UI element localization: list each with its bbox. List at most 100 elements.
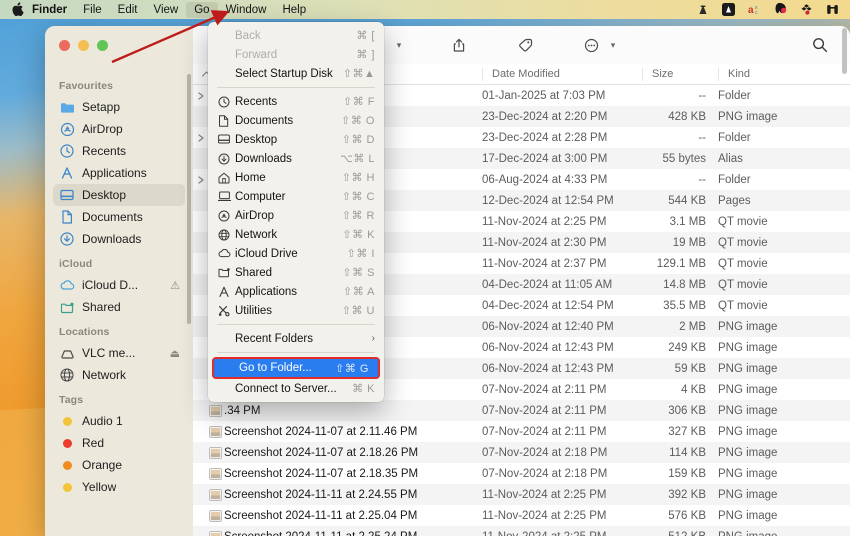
- menu-finder[interactable]: Finder: [24, 4, 75, 16]
- sidebar-item-setapp[interactable]: Setapp: [53, 96, 185, 118]
- eject-icon[interactable]: ⏏: [170, 347, 180, 360]
- menu-help[interactable]: Help: [274, 4, 314, 16]
- tag-button[interactable]: [511, 33, 539, 57]
- sidebar-item-label: iCloud D...: [82, 278, 139, 292]
- menu-item-computer[interactable]: Computer ⇧⌘ C: [208, 187, 384, 206]
- menu-item-go-to-folder[interactable]: Go to Folder... ⇧⌘ G: [214, 359, 378, 377]
- column-header-kind[interactable]: Kind: [718, 67, 850, 81]
- file-kind: QT movie: [718, 215, 768, 228]
- sidebar-item-desktop[interactable]: Desktop: [53, 184, 185, 206]
- dropbox-icon[interactable]: [799, 2, 814, 17]
- menu-item-shared[interactable]: Shared ⇧⌘ S: [208, 263, 384, 282]
- sidebar-item-recents[interactable]: Recents: [53, 140, 185, 162]
- search-button[interactable]: [806, 33, 834, 57]
- sidebar-item-documents[interactable]: Documents: [53, 206, 185, 228]
- table-row[interactable]: Screenshot 2024-11-11 at 2.25.04 PM 11-No…: [193, 505, 850, 526]
- sidebar-item-tag-orange[interactable]: Orange: [53, 454, 185, 476]
- vlc-icon[interactable]: [695, 2, 710, 17]
- binoculars-icon[interactable]: [825, 2, 840, 17]
- table-row[interactable]: Screenshot 2024-11-11 at 2.25.24 PM11-No…: [193, 526, 850, 536]
- menu-item-utilities[interactable]: Utilities ⇧⌘ U: [208, 301, 384, 320]
- sidebar-item-shared[interactable]: Shared: [53, 296, 185, 318]
- close-button[interactable]: [59, 40, 70, 51]
- file-date-modified: 07-Nov-2024 at 2:18 PM: [482, 467, 608, 480]
- abc-icon[interactable]: axc: [747, 2, 762, 17]
- table-row[interactable]: Screenshot 2024-11-07 at 2.18.26 PM 07-No…: [193, 442, 850, 463]
- disclosure-triangle-icon[interactable]: [193, 175, 206, 184]
- sidebar-item-tag-audio1[interactable]: Audio 1: [53, 410, 185, 432]
- file-name: .34 PM: [224, 404, 261, 417]
- image-icon: [206, 509, 224, 522]
- messenger-icon[interactable]: [773, 2, 788, 17]
- svg-text:a: a: [748, 5, 754, 16]
- menu-view[interactable]: View: [146, 4, 187, 16]
- file-kind: PNG image: [718, 425, 778, 438]
- file-kind: Alias: [718, 152, 743, 165]
- menu-bar: Finder File Edit View Go Window Help axc: [0, 0, 850, 19]
- table-row[interactable]: Screenshot 2024-11-11 at 2.24.55 PM 11-No…: [193, 484, 850, 505]
- minimize-button[interactable]: [78, 40, 89, 51]
- menu-item-icloud-drive[interactable]: iCloud Drive ⇧⌘ I: [208, 244, 384, 263]
- disclosure-triangle-icon[interactable]: [193, 133, 206, 142]
- menu-item-select-startup-disk[interactable]: Select Startup Disk ⇧⌘▲: [208, 64, 384, 83]
- menu-item-airdrop[interactable]: AirDrop ⇧⌘ R: [208, 206, 384, 225]
- menu-window[interactable]: Window: [218, 4, 275, 16]
- sidebar-item-network[interactable]: Network: [53, 364, 185, 386]
- chevron-down-icon[interactable]: ▾: [607, 40, 619, 51]
- column-header-size[interactable]: Size: [642, 67, 718, 81]
- sidebar-item-icloud-drive[interactable]: iCloud D... ⚠: [53, 274, 185, 296]
- menu-item-label: Back: [235, 29, 261, 42]
- applications-icon: [59, 165, 75, 181]
- file-date-modified: 11-Nov-2024 at 2:25 PM: [482, 509, 607, 522]
- sidebar-item-applications[interactable]: Applications: [53, 162, 185, 184]
- maximize-button[interactable]: [97, 40, 108, 51]
- sidebar-item-tag-yellow[interactable]: Yellow: [53, 476, 185, 498]
- finder-window: Favourites Setapp AirDrop Recents Applic…: [45, 26, 850, 536]
- sidebar-item-downloads[interactable]: Downloads: [53, 228, 185, 250]
- menu-item-network[interactable]: Network ⇧⌘ K: [208, 225, 384, 244]
- file-name: Screenshot 2024-11-11 at 2.24.55 PM: [224, 488, 418, 501]
- more-button[interactable]: [577, 33, 605, 57]
- apple-menu-icon[interactable]: [12, 1, 24, 18]
- shared-folder-icon: [218, 267, 235, 278]
- menu-item-shortcut: ⌘ [: [356, 30, 375, 42]
- file-date-modified: 06-Aug-2024 at 4:33 PM: [482, 173, 608, 186]
- menu-file[interactable]: File: [75, 4, 110, 16]
- file-size: 428 KB: [668, 110, 706, 123]
- file-list-scrollbar[interactable]: [842, 28, 847, 74]
- table-row[interactable]: Screenshot 2024-11-07 at 2.11.46 PM 07-No…: [193, 421, 850, 442]
- menu-item-applications[interactable]: Applications ⇧⌘ A: [208, 282, 384, 301]
- menu-item-label: Forward: [235, 48, 278, 61]
- share-button[interactable]: [445, 33, 473, 57]
- menu-item-shortcut: ⇧⌘ S: [342, 267, 375, 279]
- sidebar-scrollbar[interactable]: [187, 74, 191, 324]
- file-date-modified: 06-Nov-2024 at 12:43 PM: [482, 362, 614, 375]
- sidebar-item-airdrop[interactable]: AirDrop: [53, 118, 185, 140]
- menu-item-recents[interactable]: Recents ⇧⌘ F: [208, 92, 384, 111]
- column-header-date-modified[interactable]: Date Modified: [482, 67, 642, 81]
- table-row[interactable]: .34 PM 07-Nov-2024 at 2:11 PM 306 KB PNG im…: [193, 400, 850, 421]
- menu-bar-status-icons: axc: [695, 2, 850, 17]
- file-date-modified: 11-Nov-2024 at 2:25 PM: [482, 488, 607, 501]
- app-a-icon[interactable]: [721, 2, 736, 17]
- menu-item-shortcut: ⇧⌘ U: [341, 305, 375, 317]
- chevron-down-icon[interactable]: ▾: [393, 40, 405, 51]
- sidebar-item-tag-red[interactable]: Red: [53, 432, 185, 454]
- menu-item-home[interactable]: Home ⇧⌘ H: [208, 168, 384, 187]
- sidebar-item-label: Applications: [82, 166, 147, 180]
- menu-item-label: Shared: [235, 266, 273, 279]
- table-row[interactable]: Screenshot 2024-11-07 at 2.18.35 PM 07-No…: [193, 463, 850, 484]
- computer-icon: [218, 191, 235, 202]
- disclosure-triangle-icon[interactable]: [193, 91, 206, 100]
- menu-item-downloads[interactable]: Downloads ⌥⌘ L: [208, 149, 384, 168]
- menu-edit[interactable]: Edit: [110, 4, 146, 16]
- menu-go[interactable]: Go: [186, 1, 218, 18]
- menu-item-connect-to-server[interactable]: Connect to Server... ⌘ K: [208, 379, 384, 398]
- file-size: 2 MB: [679, 320, 706, 333]
- file-size: 512 KB: [642, 531, 718, 536]
- menu-item-desktop[interactable]: Desktop ⇧⌘ D: [208, 130, 384, 149]
- menu-item-documents[interactable]: Documents ⇧⌘ O: [208, 111, 384, 130]
- file-date-modified: 07-Nov-2024 at 2:11 PM: [482, 425, 607, 438]
- sidebar-item-vlc-media[interactable]: VLC me... ⏏: [53, 342, 185, 364]
- menu-item-recent-folders[interactable]: Recent Folders ›: [208, 329, 384, 348]
